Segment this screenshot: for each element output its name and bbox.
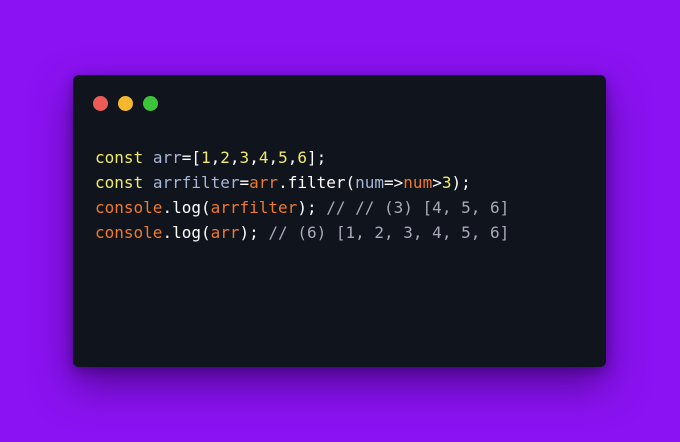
code-token: 6 xyxy=(297,148,308,167)
code-block: const arr=[1,2,3,4,5,6]; const arrfilter=… xyxy=(95,145,509,245)
code-line: console.log(arrfilter); // // (3) [4, 5,… xyxy=(95,195,509,220)
code-token: 5 xyxy=(278,148,288,167)
code-token: ); xyxy=(239,223,269,242)
code-token: // // (3) [4, 5, 6] xyxy=(326,198,510,217)
code-line: const arr=[1,2,3,4,5,6]; xyxy=(95,145,509,170)
maximize-dot-icon[interactable] xyxy=(143,96,158,111)
code-token: 1 xyxy=(200,148,211,167)
code-token: => xyxy=(384,173,404,192)
code-token: arr xyxy=(249,173,279,192)
code-token: .log( xyxy=(162,223,211,242)
close-dot-icon[interactable] xyxy=(93,96,108,111)
code-token: =[ xyxy=(181,148,201,167)
window-controls xyxy=(93,96,158,111)
code-token: console xyxy=(95,198,163,217)
code-token: .filter( xyxy=(278,173,356,192)
code-token: = xyxy=(239,173,250,192)
code-token: arr xyxy=(152,148,182,167)
code-token: > xyxy=(432,173,442,192)
code-line: const arrfilter=arr.filter(num=>num>3); xyxy=(95,170,509,195)
code-token: // (6) [1, 2, 3, 4, 5, 6] xyxy=(268,223,510,242)
code-token: , xyxy=(287,148,298,167)
code-window: const arr=[1,2,3,4,5,6]; const arrfilter=… xyxy=(73,75,606,367)
code-token: , xyxy=(249,148,259,167)
code-line: console.log(arr); // (6) [1, 2, 3, 4, 5,… xyxy=(95,220,509,245)
code-token: num xyxy=(403,173,433,192)
code-token: ); xyxy=(451,173,471,192)
code-token: num xyxy=(355,173,385,192)
code-token: arrfilter xyxy=(210,198,298,217)
code-token: .log( xyxy=(162,198,211,217)
code-token: ]; xyxy=(307,148,327,167)
code-token: arr xyxy=(210,223,240,242)
code-token: const xyxy=(95,173,144,192)
code-token: arrfilter xyxy=(152,173,240,192)
minimize-dot-icon[interactable] xyxy=(118,96,133,111)
code-token: const xyxy=(95,148,144,167)
code-token: , xyxy=(268,148,279,167)
code-token: 2 xyxy=(220,148,230,167)
code-token: , xyxy=(229,148,240,167)
code-token: ); xyxy=(297,198,327,217)
code-token: 3 xyxy=(239,148,250,167)
code-token: console xyxy=(95,223,163,242)
code-token: , xyxy=(210,148,221,167)
